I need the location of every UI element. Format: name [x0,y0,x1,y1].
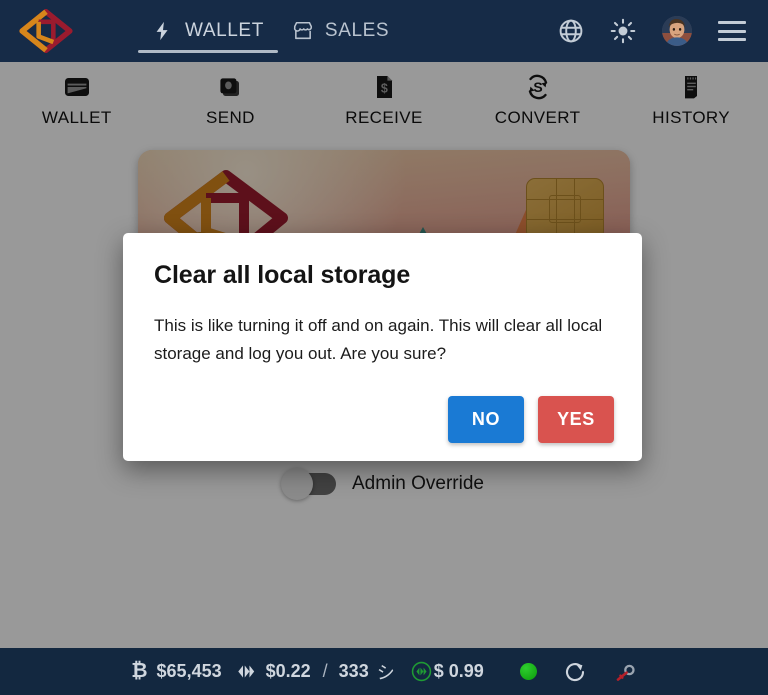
yes-button[interactable]: YES [538,396,614,443]
clear-storage-dialog: Clear all local storage This is like tur… [123,233,642,461]
bitcoin-icon: ₿ [131,660,148,682]
footer-status-icons [519,660,637,684]
language-globe-icon[interactable] [558,18,584,44]
hamburger-menu-icon[interactable] [718,21,746,41]
user-avatar[interactable] [662,16,692,46]
ticker-dash[interactable]: $0.22 [236,661,311,682]
app-header: WALLET SALES [0,0,768,62]
tab-sales[interactable]: SALES [278,0,403,62]
refresh-icon[interactable] [563,660,587,684]
dash-price: $0.22 [265,661,311,681]
header-actions [558,16,768,46]
status-footer: ₿ $65,453 $0.22 / 333 シ $ 0.99 [0,648,768,695]
ticker-separator: / [322,661,328,681]
dialog-message: This is like turning it off and on again… [154,316,603,363]
storefront-icon [293,21,312,40]
sats-amount: 333 [338,661,369,681]
tab-sales-label: SALES [324,20,390,41]
app-root: WALLET SALES WALLET SEND $ RECEIVE S CON… [0,0,768,695]
tab-wallet[interactable]: WALLET [138,0,278,62]
key-icon[interactable] [613,660,637,684]
dash-circle-green-icon [411,661,431,682]
brand-logo[interactable] [0,0,92,62]
tab-wallet-label: WALLET [185,20,264,41]
dash-chevron-icon [237,665,254,678]
sats-unit: シ [376,662,395,683]
dialog-title: Clear all local storage [154,261,411,289]
dialog-actions: NO YES [448,396,614,443]
ticker-secondary[interactable]: $ 0.99 [411,661,484,682]
bitcoin-price: $65,453 [156,661,222,681]
brand-diamond-logo [19,9,73,53]
header-tabs: WALLET SALES [138,0,403,62]
brightness-sun-icon[interactable] [610,18,636,44]
connection-status-dot [519,663,537,680]
no-button[interactable]: NO [448,396,524,443]
ticker-bitcoin[interactable]: ₿ $65,453 [131,660,221,683]
lightning-bolt-icon [156,21,168,41]
secondary-price: $ 0.99 [433,661,484,681]
